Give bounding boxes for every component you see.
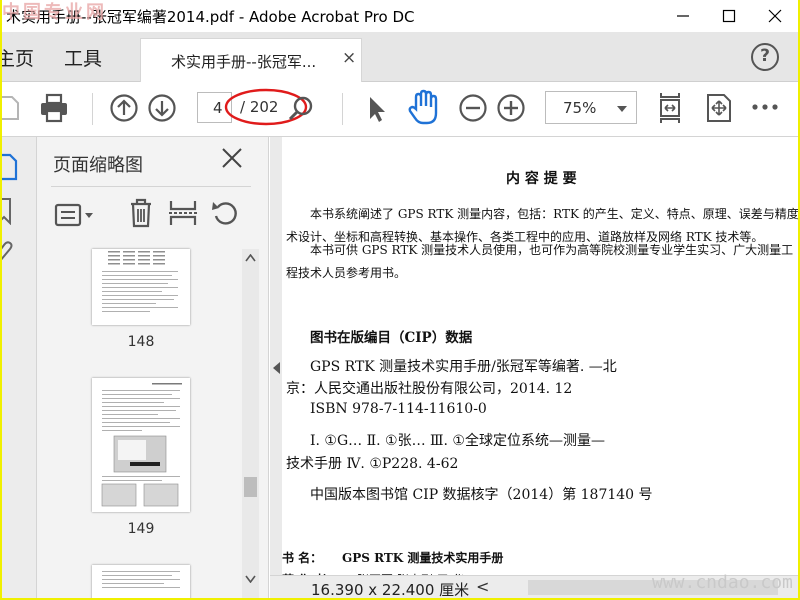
- print-button[interactable]: [38, 92, 70, 124]
- scroll-down-icon: [245, 575, 256, 583]
- print-icon: [41, 93, 67, 123]
- cip-text: ISBN 978-7-114-11610-0: [310, 401, 487, 417]
- toolbar: 4 / 202 75%: [2, 83, 798, 137]
- select-tool-button[interactable]: [362, 93, 392, 125]
- body-text: 本书系统阐述了 GPS RTK 测量内容，包括：RTK 的产生、定义、特点、原理…: [310, 207, 798, 221]
- hand-tool-button[interactable]: [406, 89, 442, 127]
- minimize-button[interactable]: [660, 0, 706, 32]
- cip-text: 技术手册 Ⅳ. ①P228. 4-62: [286, 456, 459, 472]
- find-button[interactable]: [286, 93, 316, 123]
- title-bar: 术实用手册--张冠军编著2014.pdf - Adobe Acrobat Pro…: [2, 0, 798, 32]
- split-page-icon: [169, 201, 197, 225]
- delete-page-button[interactable]: [126, 197, 156, 233]
- panel-close-button[interactable]: [220, 146, 244, 176]
- more-icon: [752, 104, 778, 110]
- thumbnail-page-content: [102, 251, 178, 312]
- page-thumbnail[interactable]: [92, 565, 190, 598]
- cip-text: 京：人民交通出版社股份有限公司，2014. 12: [286, 381, 573, 397]
- save-button[interactable]: [2, 93, 20, 123]
- tab-tools[interactable]: 工具: [64, 44, 102, 71]
- scroll-left-button[interactable]: <: [476, 577, 489, 596]
- scrollbar-thumb[interactable]: [244, 477, 257, 497]
- collapse-panel-icon[interactable]: [273, 362, 281, 374]
- zoom-select[interactable]: 75%: [545, 91, 637, 124]
- fit-page-button[interactable]: [654, 89, 686, 127]
- acrobat-window: 术实用手册--张冠军编著2014.pdf - Adobe Acrobat Pro…: [2, 0, 798, 598]
- bookmarks-toggle[interactable]: [2, 197, 18, 229]
- trash-icon: [131, 198, 151, 228]
- extract-page-button[interactable]: [168, 198, 198, 232]
- page-dimensions: 16.390 x 22.400 厘米: [311, 581, 470, 598]
- left-tool-strip: [2, 137, 37, 598]
- select-pointer-icon: [370, 97, 385, 122]
- fit-page-icon: [660, 93, 680, 123]
- help-button[interactable]: ?: [751, 43, 779, 71]
- maximize-button[interactable]: [706, 0, 752, 32]
- tab-row: 主页 工具 术实用手册--张冠军... × ?: [2, 32, 798, 82]
- zoom-in-button[interactable]: [496, 93, 526, 123]
- document-page: 内 容 提 要 本书系统阐述了 GPS RTK 测量内容，包括：RTK 的产生、…: [282, 137, 798, 598]
- cip-title: 图书在版编目（CIP）数据: [310, 330, 473, 346]
- next-page-icon: [148, 94, 176, 122]
- page-thumbnails-toggle[interactable]: [2, 153, 22, 185]
- document-view[interactable]: 内 容 提 要 本书系统阐述了 GPS RTK 测量内容，包括：RTK 的产生、…: [270, 137, 798, 598]
- thumbnail-label: 149: [127, 521, 155, 537]
- attachments-toggle[interactable]: [2, 239, 18, 269]
- document-tab-label: 术实用手册--张冠军...: [171, 53, 317, 71]
- scroll-up-icon: [245, 254, 256, 262]
- close-icon: [768, 9, 782, 23]
- chevron-down-icon: [617, 106, 627, 112]
- pages-icon: [2, 153, 18, 181]
- thumbnail-scrollbar[interactable]: [242, 249, 259, 598]
- thumbnail-page-content: [101, 383, 182, 507]
- watermark-url: www.cndao.com: [652, 572, 793, 593]
- bookmark-icon: [2, 198, 11, 226]
- thumbnail-page-content: [102, 571, 180, 588]
- body-text: 本书可供 GPS RTK 测量技术人员使用，也可作为高等院校测量专业学生实习、广…: [310, 243, 794, 257]
- rotate-page-button[interactable]: [210, 198, 240, 232]
- section-heading: 内 容 提 要: [506, 171, 577, 187]
- body-text: 程技术人员参考用书。: [286, 266, 407, 280]
- thumbnail-panel: 页面缩略图 148 149: [37, 137, 269, 598]
- book-name: GPS RTK 测量技术实用手册: [342, 551, 504, 565]
- page-thumbnail[interactable]: [92, 378, 190, 512]
- thumbnail-label: 148: [127, 334, 155, 350]
- close-tab-button[interactable]: ×: [342, 48, 356, 68]
- book-label: 书 名：: [282, 551, 323, 565]
- maximize-icon: [722, 9, 736, 23]
- minimize-icon: [677, 15, 689, 17]
- more-button[interactable]: [750, 97, 780, 117]
- cip-text: Ⅰ. ①G… Ⅱ. ①张… Ⅲ. ①全球定位系统—测量—: [310, 433, 605, 449]
- thumbnail-options-button[interactable]: [54, 201, 96, 233]
- zoom-out-icon: [459, 94, 487, 122]
- zoom-value: 75%: [563, 99, 597, 117]
- close-window-button[interactable]: [752, 0, 798, 32]
- paperclip-icon: [2, 241, 13, 261]
- cip-text: GPS RTK 测量技术实用手册/张冠军等编著. —北: [310, 359, 617, 375]
- find-icon: [288, 96, 313, 121]
- tab-document[interactable]: 术实用手册--张冠军... ×: [140, 38, 362, 82]
- next-page-button[interactable]: [147, 93, 177, 123]
- watermark-logo: 中国专业网: [2, 2, 107, 23]
- prev-page-icon: [110, 94, 138, 122]
- page-thumbnail[interactable]: [92, 249, 190, 325]
- cip-text: 中国版本图书馆 CIP 数据核字（2014）第 187140 号: [310, 487, 653, 503]
- tab-home[interactable]: 主页: [2, 44, 34, 71]
- zoom-in-icon: [497, 94, 525, 122]
- prev-page-button[interactable]: [109, 93, 139, 123]
- full-screen-button[interactable]: [702, 91, 736, 125]
- zoom-out-button[interactable]: [458, 93, 488, 123]
- rotate-icon: [212, 202, 237, 225]
- panel-title: 页面缩略图: [53, 155, 143, 176]
- hand-icon: [408, 89, 438, 125]
- full-screen-icon: [707, 94, 731, 122]
- close-icon: [222, 148, 242, 168]
- save-icon: [2, 96, 19, 120]
- options-menu-icon: [54, 203, 93, 227]
